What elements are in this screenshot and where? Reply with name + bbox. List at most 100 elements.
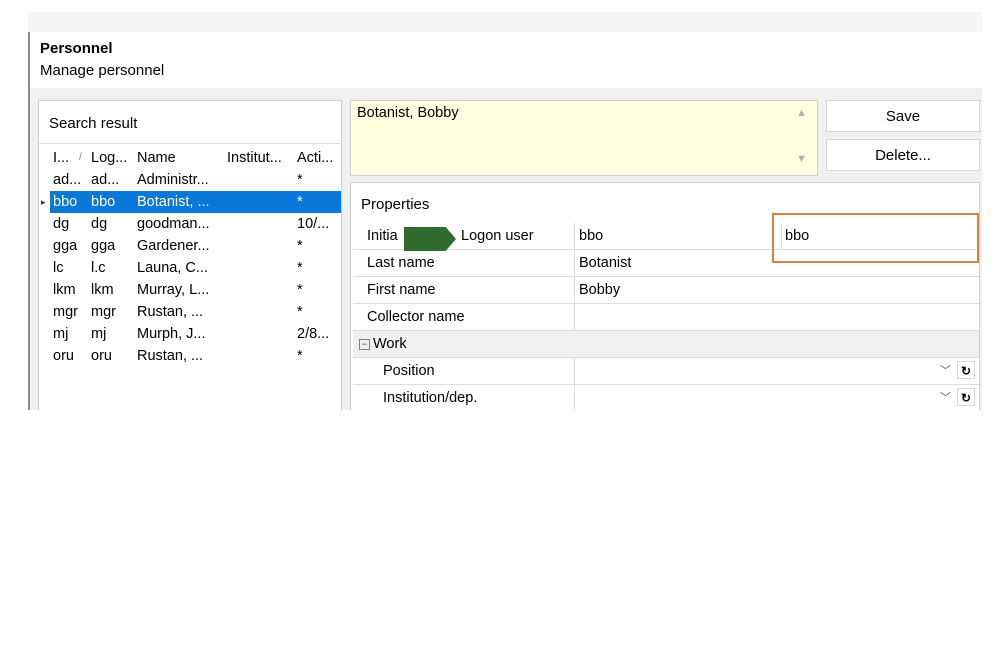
initials-label: Initia (367, 228, 398, 244)
cell-logon: lkm (91, 282, 114, 298)
cell-active: * (297, 348, 303, 364)
property-row-position[interactable]: Position ﹀ ↻ (353, 358, 979, 385)
cell-initials: gga (53, 238, 78, 254)
cell-active: * (297, 260, 303, 276)
cell-logon: gga (91, 238, 116, 254)
cell-institution (227, 213, 293, 235)
cell-name: Administr... (137, 172, 209, 188)
work-group-text: Work (373, 336, 407, 352)
property-label-position: Position (353, 358, 575, 384)
annotation-highlight-box (772, 213, 979, 263)
chevron-down-icon[interactable]: ﹀ (940, 385, 951, 410)
cell-institution (227, 191, 293, 213)
cell-name: Murray, L... (137, 282, 210, 298)
table-row[interactable]: lkm lkm Murray, L... * (39, 279, 341, 301)
cell-active: * (297, 172, 303, 188)
properties-title: Properties (361, 196, 430, 213)
column-header-active[interactable]: Acti... (297, 147, 341, 169)
cell-institution (227, 345, 293, 367)
window-top-strip (28, 12, 982, 32)
search-result-panel: Search result I... / Log... Name Institu… (38, 100, 342, 410)
property-value-position[interactable] (579, 358, 775, 384)
group-label-work[interactable]: − Work (359, 331, 407, 357)
page-header: Personnel Manage personnel (28, 32, 982, 88)
table-row[interactable]: mgr mgr Rustan, ... * (39, 301, 341, 323)
property-label-institution: Institution/dep. (353, 385, 575, 410)
cell-institution (227, 169, 293, 191)
cell-active: 2/8... (297, 326, 330, 342)
delete-button[interactable]: Delete... (826, 139, 980, 171)
table-row[interactable]: gga gga Gardener... * (39, 235, 341, 257)
cell-name: Murph, J... (137, 326, 206, 342)
cell-initials: oru (53, 348, 74, 364)
cell-institution (227, 235, 293, 257)
save-button[interactable]: Save (826, 100, 980, 132)
cell-logon: oru (91, 348, 112, 364)
collapse-minus-icon[interactable]: − (359, 339, 370, 350)
cell-institution (227, 257, 293, 279)
property-label-last-name: Last name (353, 250, 575, 276)
cell-name: Botanist, ... (137, 194, 210, 210)
row-indicator-icon: ▸ (41, 197, 46, 207)
column-header-name[interactable]: Name (137, 147, 223, 169)
page-subtitle: Manage personnel (40, 62, 165, 79)
property-value-last-name[interactable]: Botanist (579, 250, 775, 276)
property-row-collector-name[interactable]: Collector name (353, 304, 979, 331)
cell-initials: lkm (53, 282, 76, 298)
cell-logon: mj (91, 326, 107, 342)
cell-logon: ad... (91, 172, 120, 188)
cell-institution (227, 301, 293, 323)
cell-active: * (297, 194, 303, 210)
table-row[interactable]: oru oru Rustan, ... * (39, 345, 341, 367)
record-name-text: Botanist, Bobby (357, 105, 459, 121)
property-value-first-name[interactable]: Bobby (579, 277, 775, 303)
scroll-up-icon[interactable]: ▲ (796, 107, 807, 119)
cell-initials: bbo (53, 194, 78, 210)
search-result-grid[interactable]: I... / Log... Name Institut... Acti... a… (39, 147, 341, 367)
cell-initials: ad... (53, 172, 82, 188)
pointer-arrow-marker (404, 227, 456, 251)
record-name-textbox[interactable]: Botanist, Bobby ▲ ▼ (350, 100, 818, 176)
property-label-initials: Initia Logon user (353, 223, 575, 249)
column-header-logon[interactable]: Log... (91, 147, 135, 169)
divider (39, 143, 341, 144)
property-row-institution[interactable]: Institution/dep. ﹀ ↻ (353, 385, 979, 410)
cell-name: Gardener... (137, 238, 210, 254)
refresh-icon[interactable]: ↻ (957, 388, 975, 406)
scroll-down-icon[interactable]: ▼ (796, 153, 807, 165)
property-value-initials[interactable]: bbo (579, 223, 775, 249)
refresh-icon[interactable]: ↻ (957, 361, 975, 379)
cell-logon: mgr (91, 304, 116, 320)
chevron-down-icon[interactable]: ﹀ (940, 358, 951, 384)
table-row[interactable]: lc l.c Launa, C... * (39, 257, 341, 279)
cell-active: * (297, 282, 303, 298)
cell-initials: mj (53, 326, 69, 342)
property-value-institution[interactable] (579, 385, 775, 410)
page-title: Personnel (40, 40, 113, 57)
grid-header-row: I... / Log... Name Institut... Acti... (39, 147, 341, 169)
cell-name: goodman... (137, 216, 210, 232)
table-row[interactable]: mj mj Murph, J... 2/8... (39, 323, 341, 345)
property-value-collector-name[interactable] (579, 304, 775, 330)
cell-name: Launa, C... (137, 260, 208, 276)
logon-label: Logon user (461, 228, 534, 244)
cell-institution (227, 279, 293, 301)
cell-initials: dg (53, 216, 70, 232)
property-label-collector-name: Collector name (353, 304, 575, 330)
cell-initials: lc (53, 260, 64, 276)
cell-name: Rustan, ... (137, 348, 204, 364)
cell-active: * (297, 238, 303, 254)
sort-indicator-icon: / (79, 152, 82, 163)
table-row-selected[interactable]: ▸ bbo bbo Botanist, ... * (39, 191, 341, 213)
cell-institution (227, 323, 293, 345)
cell-active: 10/... (297, 216, 330, 232)
cell-logon: l.c (91, 260, 106, 276)
table-row[interactable]: ad... ad... Administr... * (39, 169, 341, 191)
cell-logon: dg (91, 216, 108, 232)
property-group-work[interactable]: − Work (353, 331, 979, 358)
table-row[interactable]: dg dg goodman... 10/... (39, 213, 341, 235)
property-row-first-name[interactable]: First name Bobby (353, 277, 979, 304)
property-label-first-name: First name (353, 277, 575, 303)
cell-name: Rustan, ... (137, 304, 204, 320)
column-header-institution[interactable]: Institut... (227, 147, 293, 169)
